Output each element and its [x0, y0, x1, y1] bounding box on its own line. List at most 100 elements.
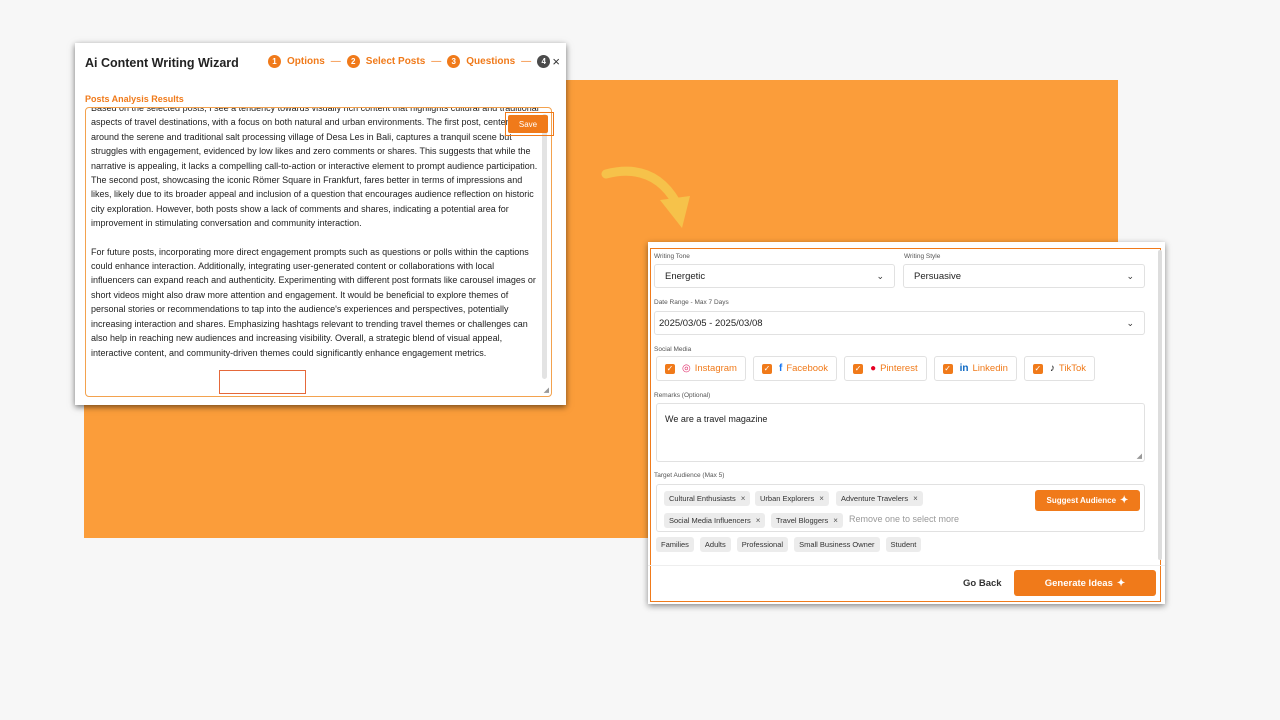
target-audience-input[interactable]: Cultural Enthusiasts × Urban Explorers × A… [656, 484, 1145, 532]
audience-option[interactable]: Professional [736, 537, 789, 552]
checkbox-checked-icon[interactable]: ✓ [665, 363, 675, 374]
cursor-highlight-box [219, 370, 306, 394]
form-scrollbar[interactable] [1158, 250, 1162, 560]
remove-chip-icon[interactable]: × [833, 516, 838, 525]
remove-chip-icon[interactable]: × [913, 494, 918, 503]
suggest-audience-button[interactable]: Suggest Audience ✦ [1035, 490, 1140, 511]
audience-chip: Travel Bloggers × [771, 513, 843, 528]
posts-analysis-label: Posts Analysis Results [85, 94, 184, 104]
chevron-down-icon: ⌄ [1126, 317, 1134, 328]
social-pinterest[interactable]: ✓ ● Pinterest [844, 356, 927, 381]
wizard-title: Ai Content Writing Wizard [85, 56, 239, 70]
chip-label: Travel Bloggers [776, 516, 829, 525]
audience-chip: Adventure Travelers × [836, 491, 923, 506]
date-range-select[interactable]: 2025/03/05 - 2025/03/08 ⌄ [654, 311, 1145, 335]
step-select-posts[interactable]: 2 Select Posts [346, 55, 426, 68]
resize-handle-icon[interactable]: ◢ [1137, 452, 1142, 460]
writing-tone-value: Energetic [665, 270, 706, 282]
social-facebook[interactable]: ✓ f Facebook [752, 356, 838, 381]
facebook-icon: f [778, 363, 783, 374]
textarea-scrollbar[interactable] [542, 114, 547, 379]
analysis-text: Based on the selected posts, I see a ten… [91, 107, 539, 374]
chevron-down-icon: ⌄ [1126, 270, 1134, 281]
step-label: Questions [466, 56, 516, 67]
step-number: 3 [447, 55, 461, 68]
footer-divider [648, 565, 1165, 566]
social-tiktok[interactable]: ✓ ♪ TikTok [1023, 356, 1095, 381]
social-label: Instagram [694, 363, 737, 374]
save-button[interactable]: Save [508, 115, 548, 133]
step-separator: — [431, 56, 442, 67]
chip-label: Urban Explorers [760, 494, 815, 503]
checkbox-checked-icon[interactable]: ✓ [1032, 363, 1043, 374]
curved-arrow-icon [601, 166, 690, 228]
close-icon[interactable]: × [552, 54, 560, 69]
audience-placeholder: Remove one to select more [849, 514, 960, 524]
remarks-textarea[interactable]: We are a travel magazine ◢ [656, 403, 1145, 462]
social-label: Pinterest [880, 363, 918, 374]
audience-chip: Cultural Enthusiasts × [664, 491, 751, 506]
step-label: Options [287, 56, 325, 67]
resize-handle-icon[interactable]: ◢ [544, 386, 549, 394]
step-four[interactable]: 4 [537, 55, 551, 68]
writing-style-select[interactable]: Persuasive ⌄ [903, 264, 1145, 288]
remarks-label: Remarks (Optional) [654, 392, 711, 399]
checkbox-checked-icon[interactable]: ✓ [942, 363, 953, 374]
step-number: 4 [537, 55, 551, 68]
social-media-label: Social Media [654, 346, 692, 353]
checkbox-checked-icon[interactable]: ✓ [761, 363, 772, 374]
generate-ideas-label: Generate Ideas [1044, 577, 1113, 589]
social-label: TikTok [1058, 363, 1086, 374]
step-options[interactable]: 1 Options [268, 55, 325, 68]
generate-ideas-button[interactable]: Generate Ideas ✦ [1014, 570, 1156, 596]
linkedin-icon: in [959, 363, 969, 374]
step-number: 1 [268, 55, 281, 68]
remove-chip-icon[interactable]: × [741, 494, 746, 503]
audience-option[interactable]: Student [885, 537, 922, 552]
social-instagram[interactable]: ✓ ◎ Instagram [656, 356, 746, 381]
social-label: Facebook [786, 363, 829, 374]
content-wizard-dialog: Ai Content Writing Wizard 1 Options — 2 … [75, 43, 566, 405]
audience-chip: Social Media Influencers × [664, 513, 766, 528]
analysis-paragraph-2: For future posts, incorporating more dir… [91, 246, 536, 358]
remove-chip-icon[interactable]: × [819, 494, 824, 503]
audience-option[interactable]: Adults [699, 537, 731, 552]
chip-label: Social Media Influencers [669, 516, 751, 525]
wizard-stepper: 1 Options — 2 Select Posts — 3 Questions… [268, 55, 551, 68]
instagram-icon: ◎ [682, 363, 691, 374]
social-media-options: ✓ ◎ Instagram ✓ f Facebook ✓ ● Pinterest… [656, 356, 1095, 381]
audience-options: Families Adults Professional Small Busin… [656, 537, 922, 552]
audience-option[interactable]: Families [656, 537, 694, 552]
content-options-form: Writing Tone Energetic ⌄ Writing Style P… [648, 242, 1165, 604]
target-audience-label: Target Audience (Max 5) [654, 472, 725, 479]
step-separator: — [521, 56, 532, 67]
audience-chip: Urban Explorers × [755, 491, 829, 506]
analysis-paragraph-1: Based on the selected posts, I see a ten… [91, 107, 539, 229]
chip-label: Cultural Enthusiasts [669, 494, 736, 503]
step-questions[interactable]: 3 Questions [447, 55, 515, 68]
writing-tone-select[interactable]: Energetic ⌄ [654, 264, 895, 288]
step-separator: — [330, 56, 341, 67]
date-range-value: 2025/03/05 - 2025/03/08 [659, 317, 763, 329]
checkbox-checked-icon[interactable]: ✓ [853, 363, 864, 374]
chevron-down-icon: ⌄ [876, 270, 884, 281]
remove-chip-icon[interactable]: × [756, 516, 761, 525]
suggest-audience-label: Suggest Audience [1046, 496, 1117, 505]
writing-style-value: Persuasive [914, 270, 961, 282]
date-range-label: Date Range - Max 7 Days [654, 299, 729, 306]
audience-option[interactable]: Small Business Owner [794, 537, 880, 552]
writing-tone-label: Writing Tone [654, 253, 690, 260]
sparkle-icon: ✦ [1120, 495, 1129, 506]
pinterest-icon: ● [870, 363, 877, 374]
tiktok-icon: ♪ [1049, 363, 1055, 374]
remarks-value: We are a travel magazine [665, 414, 768, 424]
step-number: 2 [346, 55, 360, 68]
social-linkedin[interactable]: ✓ in Linkedin [933, 356, 1017, 381]
wizard-header: Ai Content Writing Wizard 1 Options — 2 … [75, 43, 566, 83]
sparkle-icon: ✦ [1116, 577, 1126, 589]
go-back-button[interactable]: Go Back [963, 578, 1002, 589]
social-label: Linkedin [972, 363, 1008, 374]
step-label: Select Posts [365, 56, 426, 67]
analysis-textarea[interactable]: Based on the selected posts, I see a ten… [85, 107, 552, 397]
chip-label: Adventure Travelers [841, 494, 909, 503]
